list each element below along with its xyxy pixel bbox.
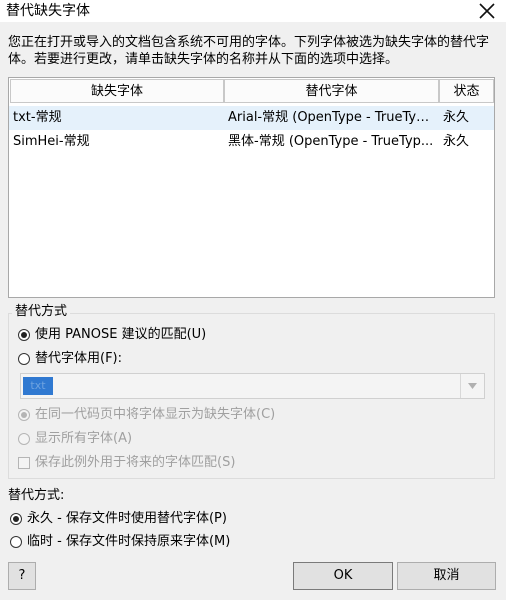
- substitute-font-combobox[interactable]: txt: [20, 373, 485, 399]
- radio-indicator: [18, 353, 30, 365]
- substitute-font-cell: Arial-常规 (OpenType - TrueTyp...: [228, 110, 434, 125]
- radio-temporary-label: 临时 - 保存文件时保持原来字体(M): [27, 534, 231, 549]
- dialog-title: 替代缺失字体: [6, 3, 90, 19]
- radio-indicator: [10, 513, 22, 525]
- close-button[interactable]: [476, 0, 498, 22]
- status-cell: 永久: [443, 110, 470, 125]
- radio-same-codepage[interactable]: 在同一代码页中将字体显示为缺失字体(C): [18, 406, 275, 424]
- font-table: 缺失字体 替代字体 状态 txt-常规 Arial-常规 (OpenType -…: [8, 77, 495, 298]
- radio-panose-match[interactable]: 使用 PANOSE 建议的匹配(U): [18, 326, 206, 344]
- missing-font-cell: txt-常规: [13, 110, 62, 125]
- checkbox-save-exception-label: 保存此例外用于将来的字体匹配(S): [35, 455, 236, 470]
- chevron-down-icon: [468, 383, 477, 389]
- radio-panose-match-label: 使用 PANOSE 建议的匹配(U): [35, 327, 207, 342]
- ok-button[interactable]: OK: [293, 562, 393, 590]
- radio-substitute-with[interactable]: 替代字体用(F):: [18, 350, 122, 368]
- cancel-button[interactable]: 取消: [397, 562, 496, 590]
- radio-temporary[interactable]: 临时 - 保存文件时保持原来字体(M): [10, 533, 230, 551]
- missing-font-cell: SimHei-常规: [13, 134, 90, 149]
- substitute-missing-fonts-dialog: 替代缺失字体 您正在打开或导入的文档包含系统不可用的字体。下列字体被选为缺失字体…: [0, 0, 506, 600]
- radio-indicator: [18, 433, 30, 445]
- dialog-description: 您正在打开或导入的文档包含系统不可用的字体。下列字体被选为缺失字体的替代字体。若…: [8, 35, 490, 67]
- radio-substitute-with-label: 替代字体用(F):: [35, 351, 123, 366]
- radio-permanent[interactable]: 永久 - 保存文件时使用替代字体(P): [10, 510, 227, 528]
- checkbox-indicator: [18, 457, 30, 469]
- radio-show-all-fonts[interactable]: 显示所有字体(A): [18, 430, 132, 448]
- substitute-font-cell: 黑体-常规 (OpenType - TrueTyp...: [228, 134, 434, 149]
- column-header-missing-font[interactable]: 缺失字体: [10, 79, 224, 103]
- radio-indicator: [18, 409, 30, 421]
- substitution-method-group-label: 替代方式: [12, 303, 71, 321]
- radio-indicator: [10, 536, 22, 548]
- radio-same-codepage-label: 在同一代码页中将字体显示为缺失字体(C): [35, 407, 276, 422]
- checkbox-save-exception[interactable]: 保存此例外用于将来的字体匹配(S): [18, 454, 235, 472]
- radio-show-all-fonts-label: 显示所有字体(A): [35, 431, 133, 446]
- combobox-dropdown-button[interactable]: [460, 374, 484, 398]
- table-row[interactable]: SimHei-常规 黑体-常规 (OpenType - TrueTyp... 永…: [9, 130, 494, 154]
- title-bar: 替代缺失字体: [0, 0, 506, 22]
- table-header: 缺失字体 替代字体 状态: [9, 78, 494, 104]
- status-cell: 永久: [443, 134, 470, 149]
- substitute-font-combobox-value: txt: [23, 377, 53, 395]
- radio-indicator: [18, 329, 30, 341]
- close-icon: [479, 3, 495, 19]
- column-header-status[interactable]: 状态: [439, 79, 494, 103]
- column-header-substitute-font[interactable]: 替代字体: [224, 79, 439, 103]
- help-button[interactable]: ?: [8, 562, 36, 590]
- radio-permanent-label: 永久 - 保存文件时使用替代字体(P): [27, 511, 227, 526]
- substitution-mode-label: 替代方式:: [8, 488, 65, 503]
- table-row[interactable]: txt-常规 Arial-常规 (OpenType - TrueTyp... 永…: [9, 106, 494, 130]
